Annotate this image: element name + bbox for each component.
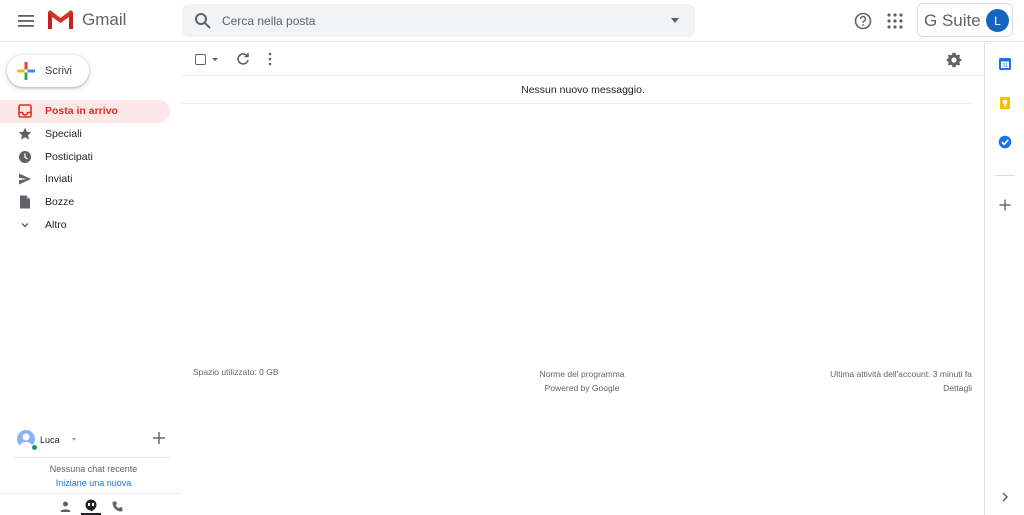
online-status-dot: [31, 444, 38, 451]
list-toolbar: [182, 43, 984, 76]
sidebar-item-label: Speciali: [45, 127, 82, 140]
sidebar-item-inbox[interactable]: Posta in arrivo: [0, 100, 170, 123]
star-icon: [18, 127, 32, 140]
calendar-icon[interactable]: 31: [998, 57, 1012, 71]
search-bar[interactable]: [182, 4, 695, 37]
add-addon-plus-icon[interactable]: [998, 198, 1012, 212]
empty-inbox-message: Nessun nuovo messaggio.: [521, 84, 645, 96]
hangouts-icon: [85, 499, 97, 511]
gmail-logo-icon[interactable]: [47, 9, 74, 30]
side-apps-panel: 31: [984, 43, 1024, 515]
chat-user-name[interactable]: Luca: [40, 435, 60, 445]
clock-icon: [19, 150, 31, 163]
chat-tabs: [0, 493, 182, 515]
main-menu-button[interactable]: [12, 8, 40, 34]
sidebar-item-label: Posticipati: [45, 150, 93, 163]
send-icon: [19, 173, 31, 185]
tasks-icon[interactable]: [998, 135, 1012, 149]
search-options-dropdown-icon[interactable]: [671, 18, 679, 23]
tab-contacts[interactable]: [55, 497, 75, 515]
chat-empty-text: Nessuna chat recente: [49, 464, 138, 474]
message-list-pane: Nessun nuovo messaggio. Spazio utilizzat…: [182, 43, 984, 515]
chat-divider: [14, 457, 170, 458]
compose-plus-icon: [17, 62, 35, 80]
sidebar: Scrivi Posta in arrivo Speciali Posticip…: [0, 43, 182, 515]
last-activity-text: Ultima attività dell'account: 3 minuti f…: [830, 369, 972, 379]
phone-icon: [112, 501, 122, 511]
sidebar-item-label: Inviati: [45, 173, 73, 186]
svg-text:31: 31: [1002, 63, 1008, 69]
compose-button[interactable]: Scrivi: [7, 55, 89, 87]
tab-hangouts[interactable]: [81, 497, 101, 515]
tab-phone[interactable]: [107, 497, 127, 515]
top-bar: Gmail G Suite L: [0, 0, 1024, 42]
panel-divider: [995, 175, 1015, 176]
gsuite-brand: G Suite: [924, 11, 981, 30]
help-icon[interactable]: [853, 11, 873, 31]
settings-gear-icon[interactable]: [946, 52, 962, 68]
sidebar-item-snoozed[interactable]: Posticipati: [0, 146, 170, 169]
keep-icon[interactable]: [998, 96, 1012, 110]
select-all-checkbox[interactable]: [195, 54, 206, 65]
apps-grid-icon[interactable]: [886, 12, 904, 30]
sidebar-item-starred[interactable]: Speciali: [0, 123, 170, 146]
sidebar-item-drafts[interactable]: Bozze: [0, 191, 170, 214]
footer-center: Norme del programma Powered by Google: [482, 367, 682, 395]
search-icon[interactable]: [194, 12, 212, 30]
select-dropdown-icon[interactable]: [212, 58, 218, 61]
details-link[interactable]: Dettagli: [830, 381, 972, 395]
sidebar-item-label: Altro: [45, 218, 67, 231]
more-options-icon[interactable]: [267, 52, 273, 66]
gmail-app: Gmail G Suite L: [0, 0, 1024, 515]
refresh-icon[interactable]: [236, 52, 250, 66]
sidebar-item-label: Posta in arrivo: [45, 105, 118, 117]
draft-icon: [20, 195, 30, 209]
sidebar-item-more[interactable]: Altro: [0, 214, 170, 237]
search-input[interactable]: [222, 10, 662, 32]
sidebar-item-sent[interactable]: Inviati: [0, 168, 170, 191]
sidebar-item-label: Bozze: [45, 196, 75, 209]
start-chat-link[interactable]: Iniziane una nuova: [0, 478, 187, 488]
list-divider: [182, 103, 972, 104]
compose-label: Scrivi: [45, 65, 72, 77]
account-avatar[interactable]: L: [986, 9, 1009, 32]
storage-usage: Spazio utilizzato: 0 GB: [193, 367, 279, 377]
account-activity: Ultima attività dell'account: 3 minuti f…: [830, 367, 972, 395]
nav-list: Posta in arrivo Speciali Posticipati Inv…: [0, 100, 182, 237]
person-icon: [60, 501, 70, 512]
app-name: Gmail: [82, 10, 127, 29]
status-dropdown-icon[interactable]: [72, 438, 76, 441]
chevron-down-icon: [21, 222, 29, 228]
chat-header: Luca: [0, 424, 182, 458]
inbox-icon: [18, 104, 32, 118]
hamburger-menu-icon: [18, 15, 34, 27]
new-chat-plus-icon[interactable]: [151, 430, 167, 446]
program-policies-link[interactable]: Norme del programma: [482, 367, 682, 381]
powered-by-text: Powered by Google: [544, 383, 620, 393]
chevron-right-icon[interactable]: [1000, 491, 1010, 503]
